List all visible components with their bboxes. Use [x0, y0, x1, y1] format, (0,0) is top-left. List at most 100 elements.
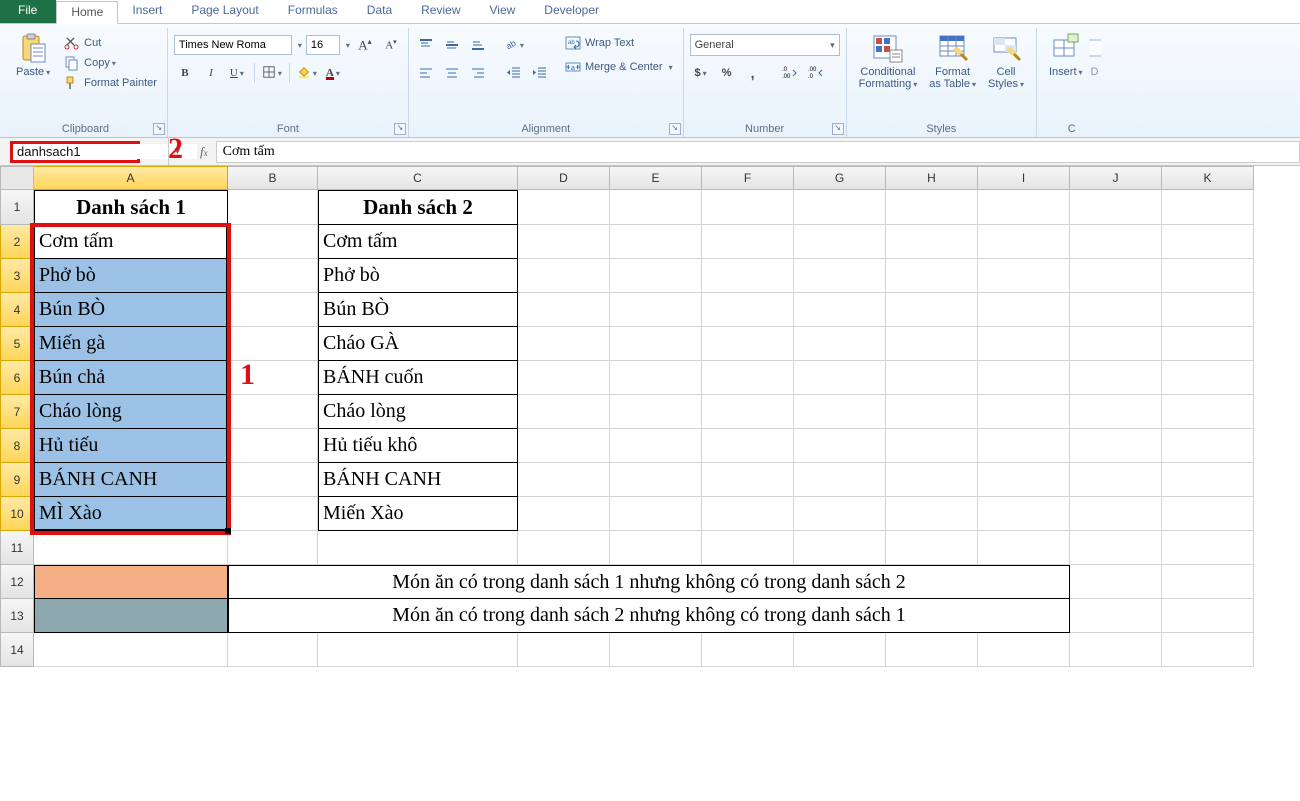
font-size-combo[interactable]: [306, 35, 340, 55]
insert-cells-button[interactable]: Insert: [1043, 30, 1089, 116]
cell-A2[interactable]: Cơm tấm: [34, 225, 228, 259]
row-header-2[interactable]: 2: [0, 225, 34, 259]
cell-D2[interactable]: [518, 225, 610, 259]
cell-K7[interactable]: [1162, 395, 1254, 429]
cell-E7[interactable]: [610, 395, 702, 429]
delete-cells-button[interactable]: D: [1089, 30, 1101, 116]
cell-I2[interactable]: [978, 225, 1070, 259]
cell-G5[interactable]: [794, 327, 886, 361]
cell-G11[interactable]: [794, 531, 886, 565]
cell-D3[interactable]: [518, 259, 610, 293]
align-center-button[interactable]: [441, 62, 463, 84]
cell-E11[interactable]: [610, 531, 702, 565]
cell-E10[interactable]: [610, 497, 702, 531]
cell-E14[interactable]: [610, 633, 702, 667]
merge-center-button[interactable]: a Merge & Center: [561, 58, 677, 76]
cell-E4[interactable]: [610, 293, 702, 327]
cell-A4[interactable]: Bún BÒ: [34, 293, 228, 327]
col-header-K[interactable]: K: [1162, 166, 1254, 190]
cell-F10[interactable]: [702, 497, 794, 531]
cell-J14[interactable]: [1070, 633, 1162, 667]
row-header-4[interactable]: 4: [0, 293, 34, 327]
tab-insert[interactable]: Insert: [118, 0, 177, 23]
cell-E6[interactable]: [610, 361, 702, 395]
cell-C9[interactable]: BÁNH CANH: [318, 463, 518, 497]
cell-J11[interactable]: [1070, 531, 1162, 565]
cell-K3[interactable]: [1162, 259, 1254, 293]
wrap-text-button[interactable]: ab Wrap Text: [561, 34, 677, 52]
cell-H9[interactable]: [886, 463, 978, 497]
tab-formulas[interactable]: Formulas: [274, 0, 353, 23]
col-header-A[interactable]: A: [34, 166, 228, 190]
cell-E2[interactable]: [610, 225, 702, 259]
increase-decimal-button[interactable]: .0.00: [778, 62, 800, 84]
cell-H11[interactable]: [886, 531, 978, 565]
cell-J13[interactable]: [1070, 599, 1162, 633]
row-header-11[interactable]: 11: [0, 531, 34, 565]
cell-H3[interactable]: [886, 259, 978, 293]
cell-K8[interactable]: [1162, 429, 1254, 463]
bold-button[interactable]: B: [174, 62, 196, 84]
row-header-14[interactable]: 14: [0, 633, 34, 667]
row-header-9[interactable]: 9: [0, 463, 34, 497]
row-header-1[interactable]: 1: [0, 190, 34, 225]
cell-A3[interactable]: Phở bò: [34, 259, 228, 293]
cell-C6[interactable]: BÁNH cuốn: [318, 361, 518, 395]
cell-C14[interactable]: [318, 633, 518, 667]
underline-button[interactable]: U: [226, 62, 248, 84]
grow-font-button[interactable]: A▴: [354, 34, 376, 56]
fx-label[interactable]: fx: [186, 144, 216, 160]
cell-J3[interactable]: [1070, 259, 1162, 293]
cell-D10[interactable]: [518, 497, 610, 531]
col-header-J[interactable]: J: [1070, 166, 1162, 190]
row-header-3[interactable]: 3: [0, 259, 34, 293]
cell-G7[interactable]: [794, 395, 886, 429]
cell-G14[interactable]: [794, 633, 886, 667]
cell-G6[interactable]: [794, 361, 886, 395]
cell-A5[interactable]: Miến gà: [34, 327, 228, 361]
cell-H7[interactable]: [886, 395, 978, 429]
cell-A8[interactable]: Hủ tiếu: [34, 429, 228, 463]
cell-J4[interactable]: [1070, 293, 1162, 327]
row-header-5[interactable]: 5: [0, 327, 34, 361]
cell-H5[interactable]: [886, 327, 978, 361]
tab-home[interactable]: Home: [56, 1, 118, 24]
cell-B5[interactable]: [228, 327, 318, 361]
font-name-combo[interactable]: [174, 35, 292, 55]
cell-C11[interactable]: [318, 531, 518, 565]
cell-I7[interactable]: [978, 395, 1070, 429]
cell-F6[interactable]: [702, 361, 794, 395]
cell-H14[interactable]: [886, 633, 978, 667]
cell-D11[interactable]: [518, 531, 610, 565]
cell-K9[interactable]: [1162, 463, 1254, 497]
tab-data[interactable]: Data: [353, 0, 407, 23]
tab-file[interactable]: File: [0, 0, 56, 23]
col-header-B[interactable]: B: [228, 166, 318, 190]
cell-I11[interactable]: [978, 531, 1070, 565]
cell-C8[interactable]: Hủ tiếu khô: [318, 429, 518, 463]
cell-B11[interactable]: [228, 531, 318, 565]
cell-I3[interactable]: [978, 259, 1070, 293]
cell-K5[interactable]: [1162, 327, 1254, 361]
cell-J8[interactable]: [1070, 429, 1162, 463]
cell-E9[interactable]: [610, 463, 702, 497]
percent-format-button[interactable]: %: [716, 62, 738, 84]
number-format-combo[interactable]: General ▾: [690, 34, 840, 56]
row-header-12[interactable]: 12: [0, 565, 34, 599]
cell-A10[interactable]: MÌ Xào: [34, 497, 228, 531]
cell-K2[interactable]: [1162, 225, 1254, 259]
decrease-decimal-button[interactable]: .00.0: [804, 62, 826, 84]
row-header-7[interactable]: 7: [0, 395, 34, 429]
cell-G9[interactable]: [794, 463, 886, 497]
cell-A6[interactable]: Bún chả: [34, 361, 228, 395]
cell-J7[interactable]: [1070, 395, 1162, 429]
cell-K10[interactable]: [1162, 497, 1254, 531]
cell-D14[interactable]: [518, 633, 610, 667]
cell-F14[interactable]: [702, 633, 794, 667]
cell-C1[interactable]: Danh sách 2: [318, 190, 518, 225]
increase-indent-button[interactable]: [529, 62, 551, 84]
decrease-indent-button[interactable]: [503, 62, 525, 84]
cell-F7[interactable]: [702, 395, 794, 429]
col-header-H[interactable]: H: [886, 166, 978, 190]
col-header-D[interactable]: D: [518, 166, 610, 190]
